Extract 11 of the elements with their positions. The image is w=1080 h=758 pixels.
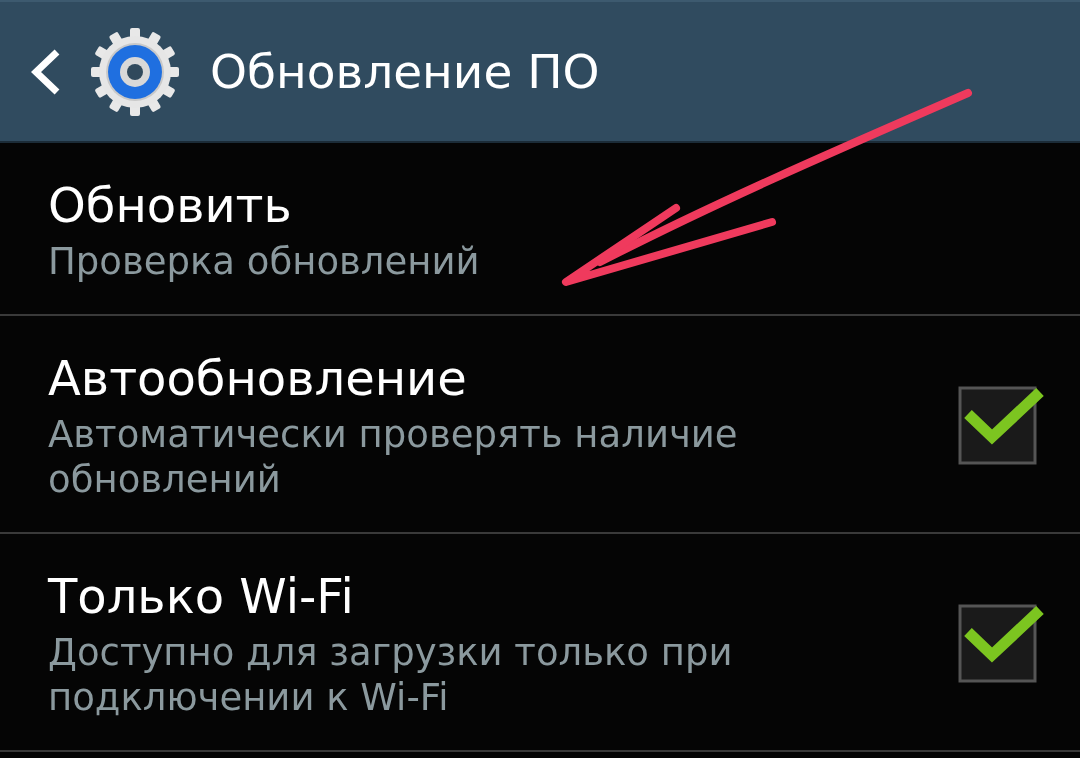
back-chevron-icon (31, 48, 61, 95)
setting-description: Проверка обновлений (48, 239, 481, 284)
checkbox[interactable] (958, 604, 1046, 684)
setting-title[interactable]: Автообновление (48, 350, 908, 406)
setting-description: Доступно для загрузки только при подключении к Wi-Fi (48, 630, 734, 720)
setting-title[interactable]: Обновить (48, 177, 908, 233)
gear-icon (90, 26, 180, 117)
setting-title[interactable]: Только Wi-Fi (48, 568, 908, 624)
screen-title: Обновление ПО (210, 44, 600, 99)
checkbox[interactable] (958, 386, 1046, 466)
setting-description: Автоматически проверять наличие обновлений (48, 412, 739, 502)
